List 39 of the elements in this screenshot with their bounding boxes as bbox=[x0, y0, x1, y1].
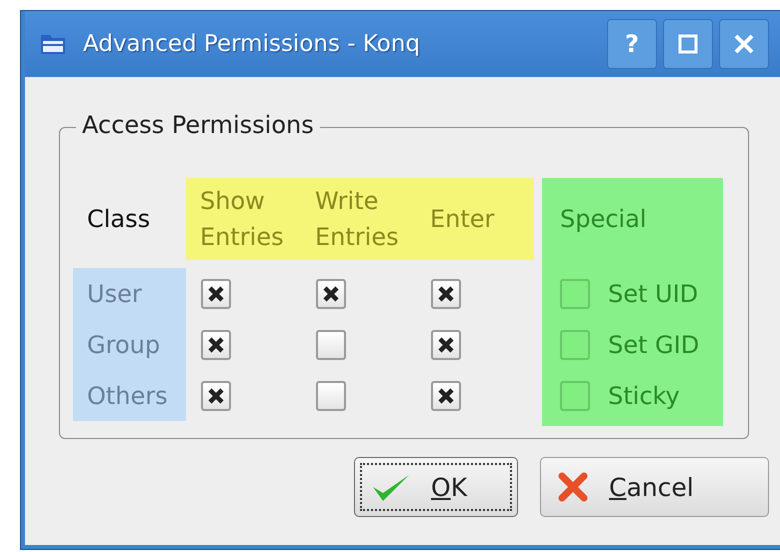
maximize-button[interactable] bbox=[663, 19, 713, 69]
column-header: Special bbox=[560, 204, 648, 235]
cross-icon bbox=[321, 284, 341, 304]
close-icon bbox=[732, 32, 756, 56]
checkbox[interactable] bbox=[316, 278, 346, 308]
cross-icon bbox=[206, 284, 226, 304]
checkbox[interactable] bbox=[316, 380, 346, 410]
column-header: Enter bbox=[429, 204, 496, 235]
cancel-button[interactable]: Cancel bbox=[540, 457, 769, 517]
checkbox[interactable] bbox=[431, 330, 461, 360]
row-label: Others bbox=[86, 380, 169, 412]
cross-icon bbox=[436, 386, 456, 406]
checkbox[interactable] bbox=[560, 330, 590, 360]
checkbox[interactable] bbox=[560, 380, 590, 410]
ok-button[interactable]: OK bbox=[354, 457, 518, 517]
checkbox[interactable] bbox=[316, 330, 346, 360]
window-title: Advanced Permissions - Konq bbox=[83, 31, 420, 57]
checkbox-label: Set GID bbox=[608, 330, 700, 358]
cross-icon bbox=[436, 284, 456, 304]
column-header: Class bbox=[86, 205, 152, 233]
row-label: User bbox=[86, 278, 143, 310]
folder-icon bbox=[39, 32, 67, 56]
checkbox[interactable] bbox=[431, 380, 461, 410]
checkbox[interactable] bbox=[201, 278, 231, 308]
cross-icon bbox=[557, 471, 589, 503]
cross-icon bbox=[436, 334, 456, 354]
checkbox-label: Sticky bbox=[608, 382, 680, 410]
cross-icon bbox=[206, 334, 226, 354]
checkbox[interactable] bbox=[201, 330, 231, 360]
checkbox[interactable] bbox=[560, 278, 590, 308]
column-header: Show Entries bbox=[199, 186, 285, 253]
checkbox-label: Set UID bbox=[608, 280, 698, 308]
row-label: Group bbox=[86, 330, 162, 360]
close-button[interactable] bbox=[719, 19, 769, 69]
checkbox[interactable] bbox=[431, 278, 461, 308]
maximize-icon bbox=[676, 32, 700, 56]
checkbox[interactable] bbox=[201, 380, 231, 410]
cross-icon bbox=[206, 386, 226, 406]
column-header: Write Entries bbox=[314, 186, 400, 253]
